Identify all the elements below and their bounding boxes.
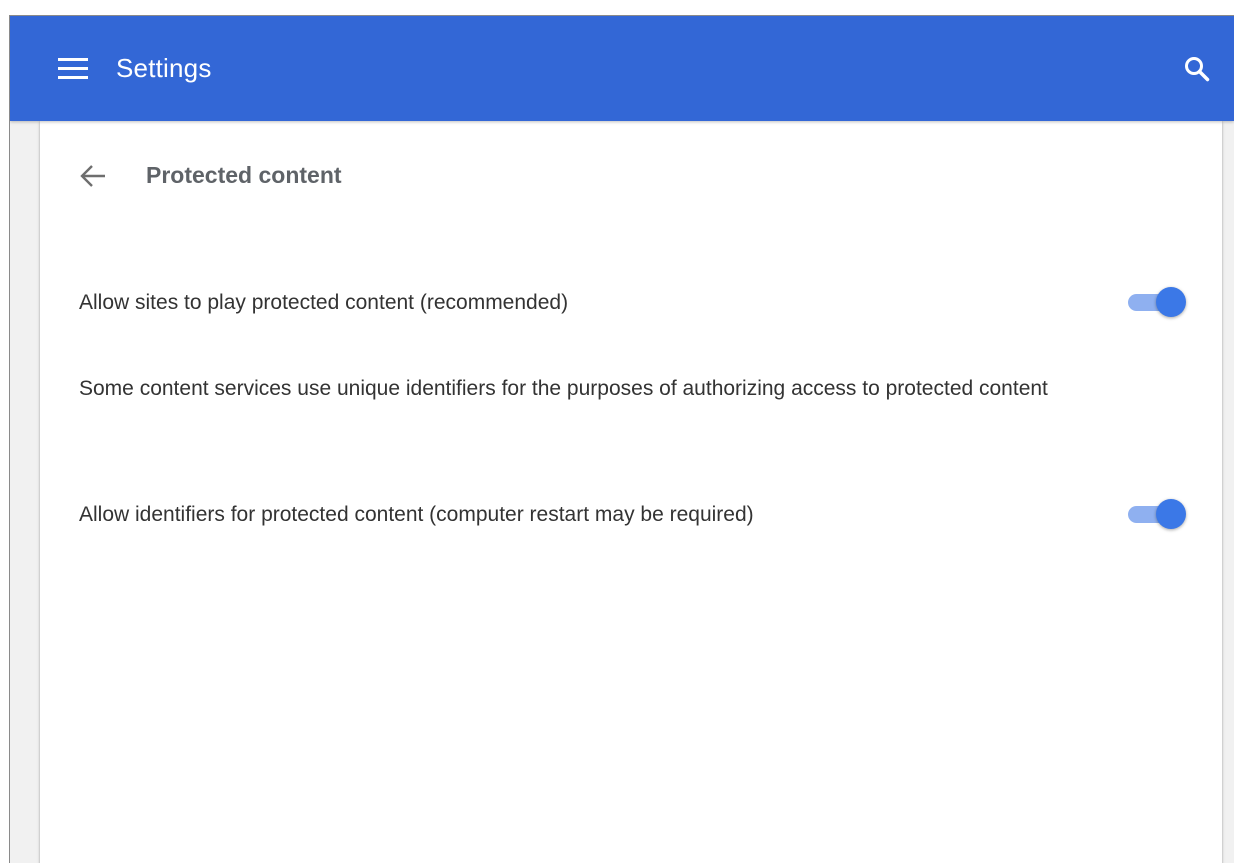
allow-protected-content-label: Allow sites to play protected content (r…	[79, 291, 569, 314]
settings-card: Protected content Allow sites to play pr…	[40, 121, 1222, 863]
identifiers-description: Some content services use unique identif…	[79, 377, 1048, 400]
search-icon[interactable]	[1174, 46, 1218, 90]
toggle-knob	[1156, 499, 1186, 529]
allow-identifiers-label: Allow identifiers for protected content …	[79, 503, 754, 526]
menu-icon[interactable]	[46, 44, 98, 92]
page-title: Protected content	[146, 162, 342, 188]
allow-protected-content-toggle[interactable]	[1124, 285, 1186, 319]
back-button[interactable]	[70, 155, 116, 197]
arrow-back-icon	[80, 165, 105, 187]
allow-identifiers-toggle[interactable]	[1124, 497, 1186, 531]
toolbar-title: Settings	[116, 53, 212, 83]
toolbar: Settings	[10, 16, 1234, 121]
toggle-knob	[1156, 287, 1186, 317]
settings-window: Settings Protected content Allow sites t…	[9, 15, 1234, 863]
